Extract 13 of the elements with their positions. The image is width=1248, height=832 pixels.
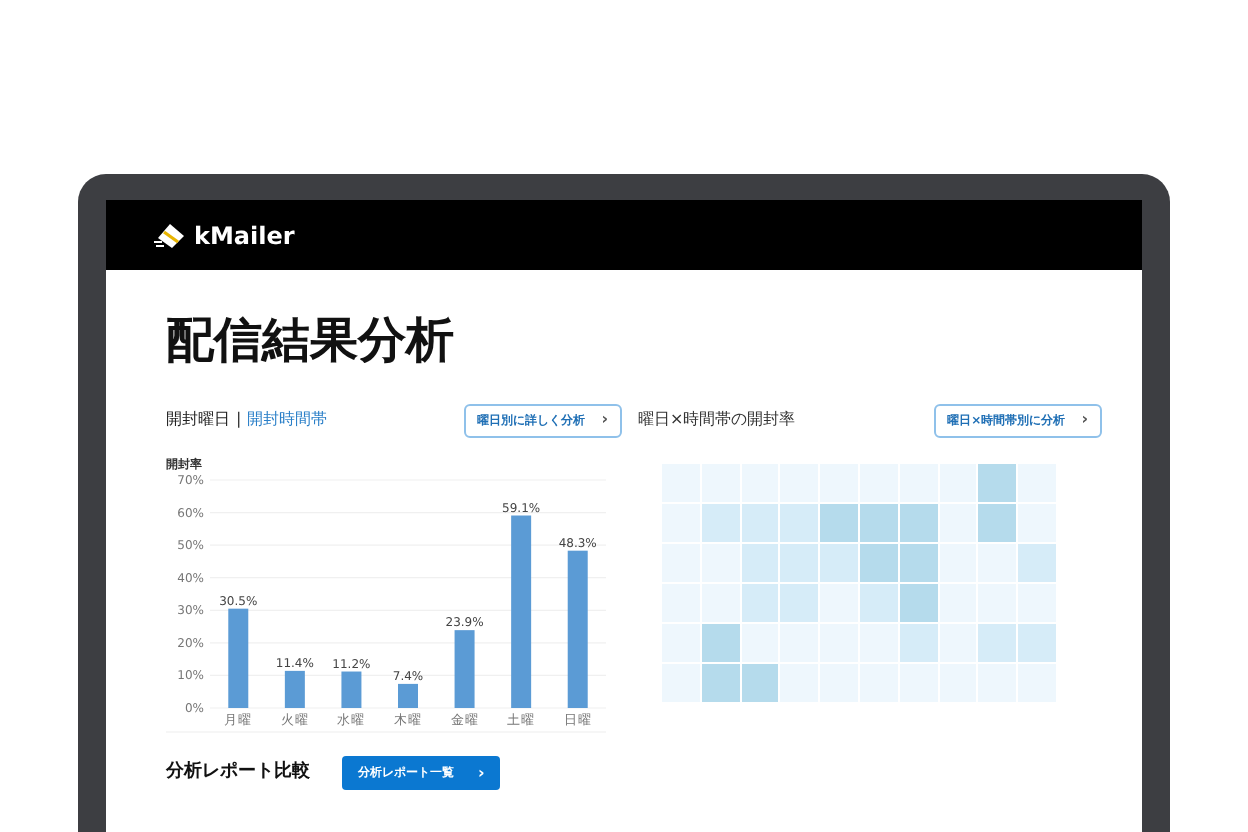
bar — [284, 670, 305, 708]
tab-separator: | — [236, 408, 242, 432]
envelope-logo-icon — [154, 221, 186, 249]
bar — [398, 683, 418, 708]
tab[interactable]: 開封時間帯 — [247, 408, 328, 432]
bar — [341, 671, 362, 708]
tab[interactable]: 開封曜日 — [166, 408, 230, 432]
logo-text: kMailer — [194, 219, 295, 253]
bar — [228, 608, 249, 708]
section-title: 分析レポート比較 — [166, 759, 310, 786]
heatmap-title: 曜日×時間帯の開封率 — [638, 408, 796, 432]
bar — [454, 630, 475, 708]
page-title: 配信結果分析 — [166, 310, 456, 370]
